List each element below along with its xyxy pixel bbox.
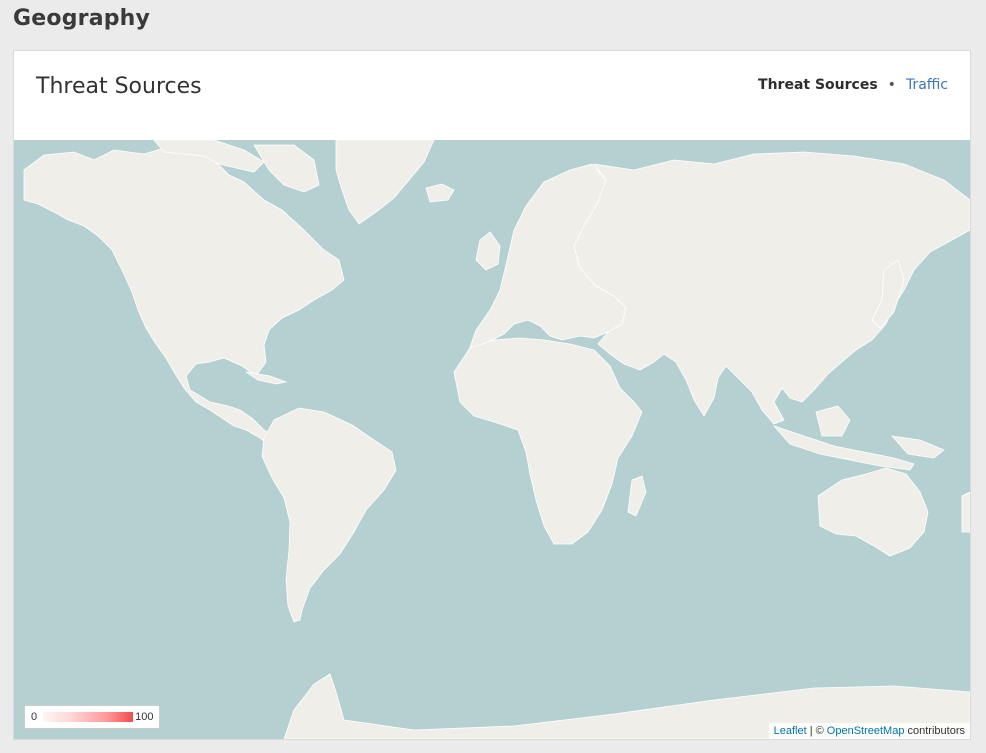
africa — [453, 337, 643, 545]
attribution-separator: | © — [809, 725, 824, 737]
separator-dot: • — [887, 77, 896, 93]
cuba — [245, 371, 288, 385]
leaflet-link[interactable]: Leaflet — [774, 725, 807, 737]
attribution-suffix: contributors — [907, 725, 965, 737]
south-america — [261, 407, 397, 623]
map-attribution: Leaflet | © OpenStreetMap contributors — [768, 723, 970, 739]
threat-sources-card: Threat Sources Threat Sources • Traffic — [13, 50, 971, 740]
card-header: Threat Sources Threat Sources • Traffic — [14, 51, 970, 141]
legend-gradient-bar — [43, 712, 134, 722]
baffin-island — [253, 144, 320, 193]
australia — [817, 467, 929, 557]
view-switch: Threat Sources • Traffic — [758, 77, 948, 93]
legend-max-label: 100 — [135, 711, 154, 723]
greenland — [335, 140, 435, 225]
card-title: Threat Sources — [36, 74, 202, 99]
asia — [573, 151, 970, 425]
world-map[interactable]: 0 100 Leaflet | © OpenStreetMap contribu… — [14, 140, 970, 739]
borneo — [815, 405, 851, 437]
legend-min-label: 0 — [31, 711, 38, 723]
heatmap-legend: 0 100 — [24, 705, 161, 729]
new-zealand — [961, 491, 970, 533]
section-title: Geography — [13, 6, 151, 31]
north-america — [23, 147, 345, 449]
openstreetmap-link[interactable]: OpenStreetMap — [827, 725, 905, 737]
map-tiles — [23, 140, 970, 739]
great-britain — [475, 231, 501, 271]
iceland — [425, 183, 455, 203]
threat-sources-tab[interactable]: Threat Sources — [758, 77, 878, 93]
madagascar — [627, 475, 647, 517]
new-guinea — [890, 435, 945, 459]
traffic-tab[interactable]: Traffic — [906, 77, 948, 93]
